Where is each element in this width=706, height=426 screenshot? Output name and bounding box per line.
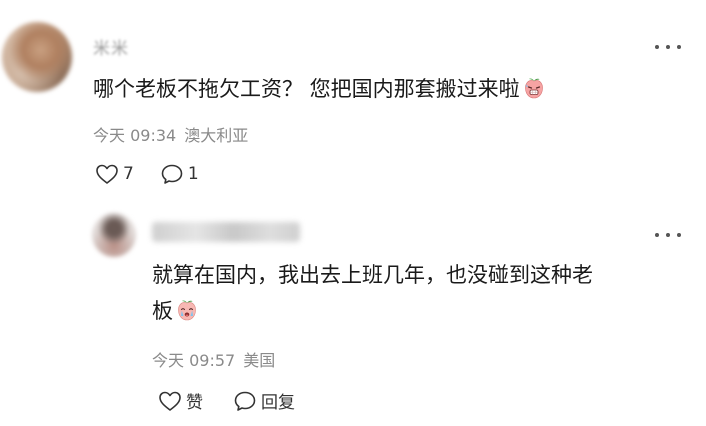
like-count: 7 — [123, 164, 134, 184]
sweaty-peach-face-icon — [524, 78, 543, 99]
like-button[interactable]: 7 — [95, 163, 134, 185]
heart-icon — [159, 391, 181, 411]
comment-location: 澳大利亚 — [184, 126, 249, 145]
reply-reply-label: 回复 — [261, 393, 295, 413]
reply-location: 美国 — [243, 351, 276, 370]
reply-body-line2: 板 — [152, 293, 672, 329]
reply-reply-button[interactable]: 回复 — [233, 388, 295, 413]
comment-text: 哪个老板不拖欠工资？ 您把国内那套搬过来啦 — [93, 71, 653, 107]
reply-body-line2-text: 板 — [152, 299, 173, 323]
reply-avatar[interactable] — [92, 213, 136, 257]
comment-actions: 7 1 — [95, 163, 199, 185]
comment-body: 哪个老板不拖欠工资？ 您把国内那套搬过来啦 — [93, 77, 520, 101]
comment-bubble-icon — [234, 391, 256, 411]
reply-time: 今天 09:57 — [152, 351, 236, 370]
reply-text: 就算在国内，我出去上班几年，也没碰到这种老 板 — [152, 257, 672, 329]
author-name[interactable]: 米米 — [93, 34, 129, 59]
heart-icon — [96, 164, 118, 184]
reply-like-button[interactable]: 赞 — [158, 388, 203, 413]
reply-meta: 今天 09:57 美国 — [152, 347, 275, 371]
reply-count: 1 — [187, 164, 199, 184]
comment-time: 今天 09:34 — [93, 126, 177, 145]
comment-meta: 今天 09:34 澳大利亚 — [93, 122, 248, 146]
more-options-icon[interactable] — [655, 41, 681, 53]
comment-bubble-icon — [161, 164, 183, 184]
reply-body-line1: 就算在国内，我出去上班几年，也没碰到这种老 — [152, 263, 593, 287]
avatar[interactable] — [2, 22, 72, 92]
reply-more-options-icon[interactable] — [655, 229, 681, 241]
reply-actions: 赞 回复 — [158, 388, 295, 413]
comment-thread: 米米 哪个老板不拖欠工资？ 您把国内那套搬过来啦 今天 09:34 澳大利亚 7 — [0, 0, 706, 426]
crying-peach-face-icon — [178, 300, 196, 321]
reply-button[interactable]: 1 — [160, 163, 199, 185]
reply-like-label: 赞 — [186, 393, 203, 413]
reply-author-name[interactable] — [152, 222, 300, 242]
